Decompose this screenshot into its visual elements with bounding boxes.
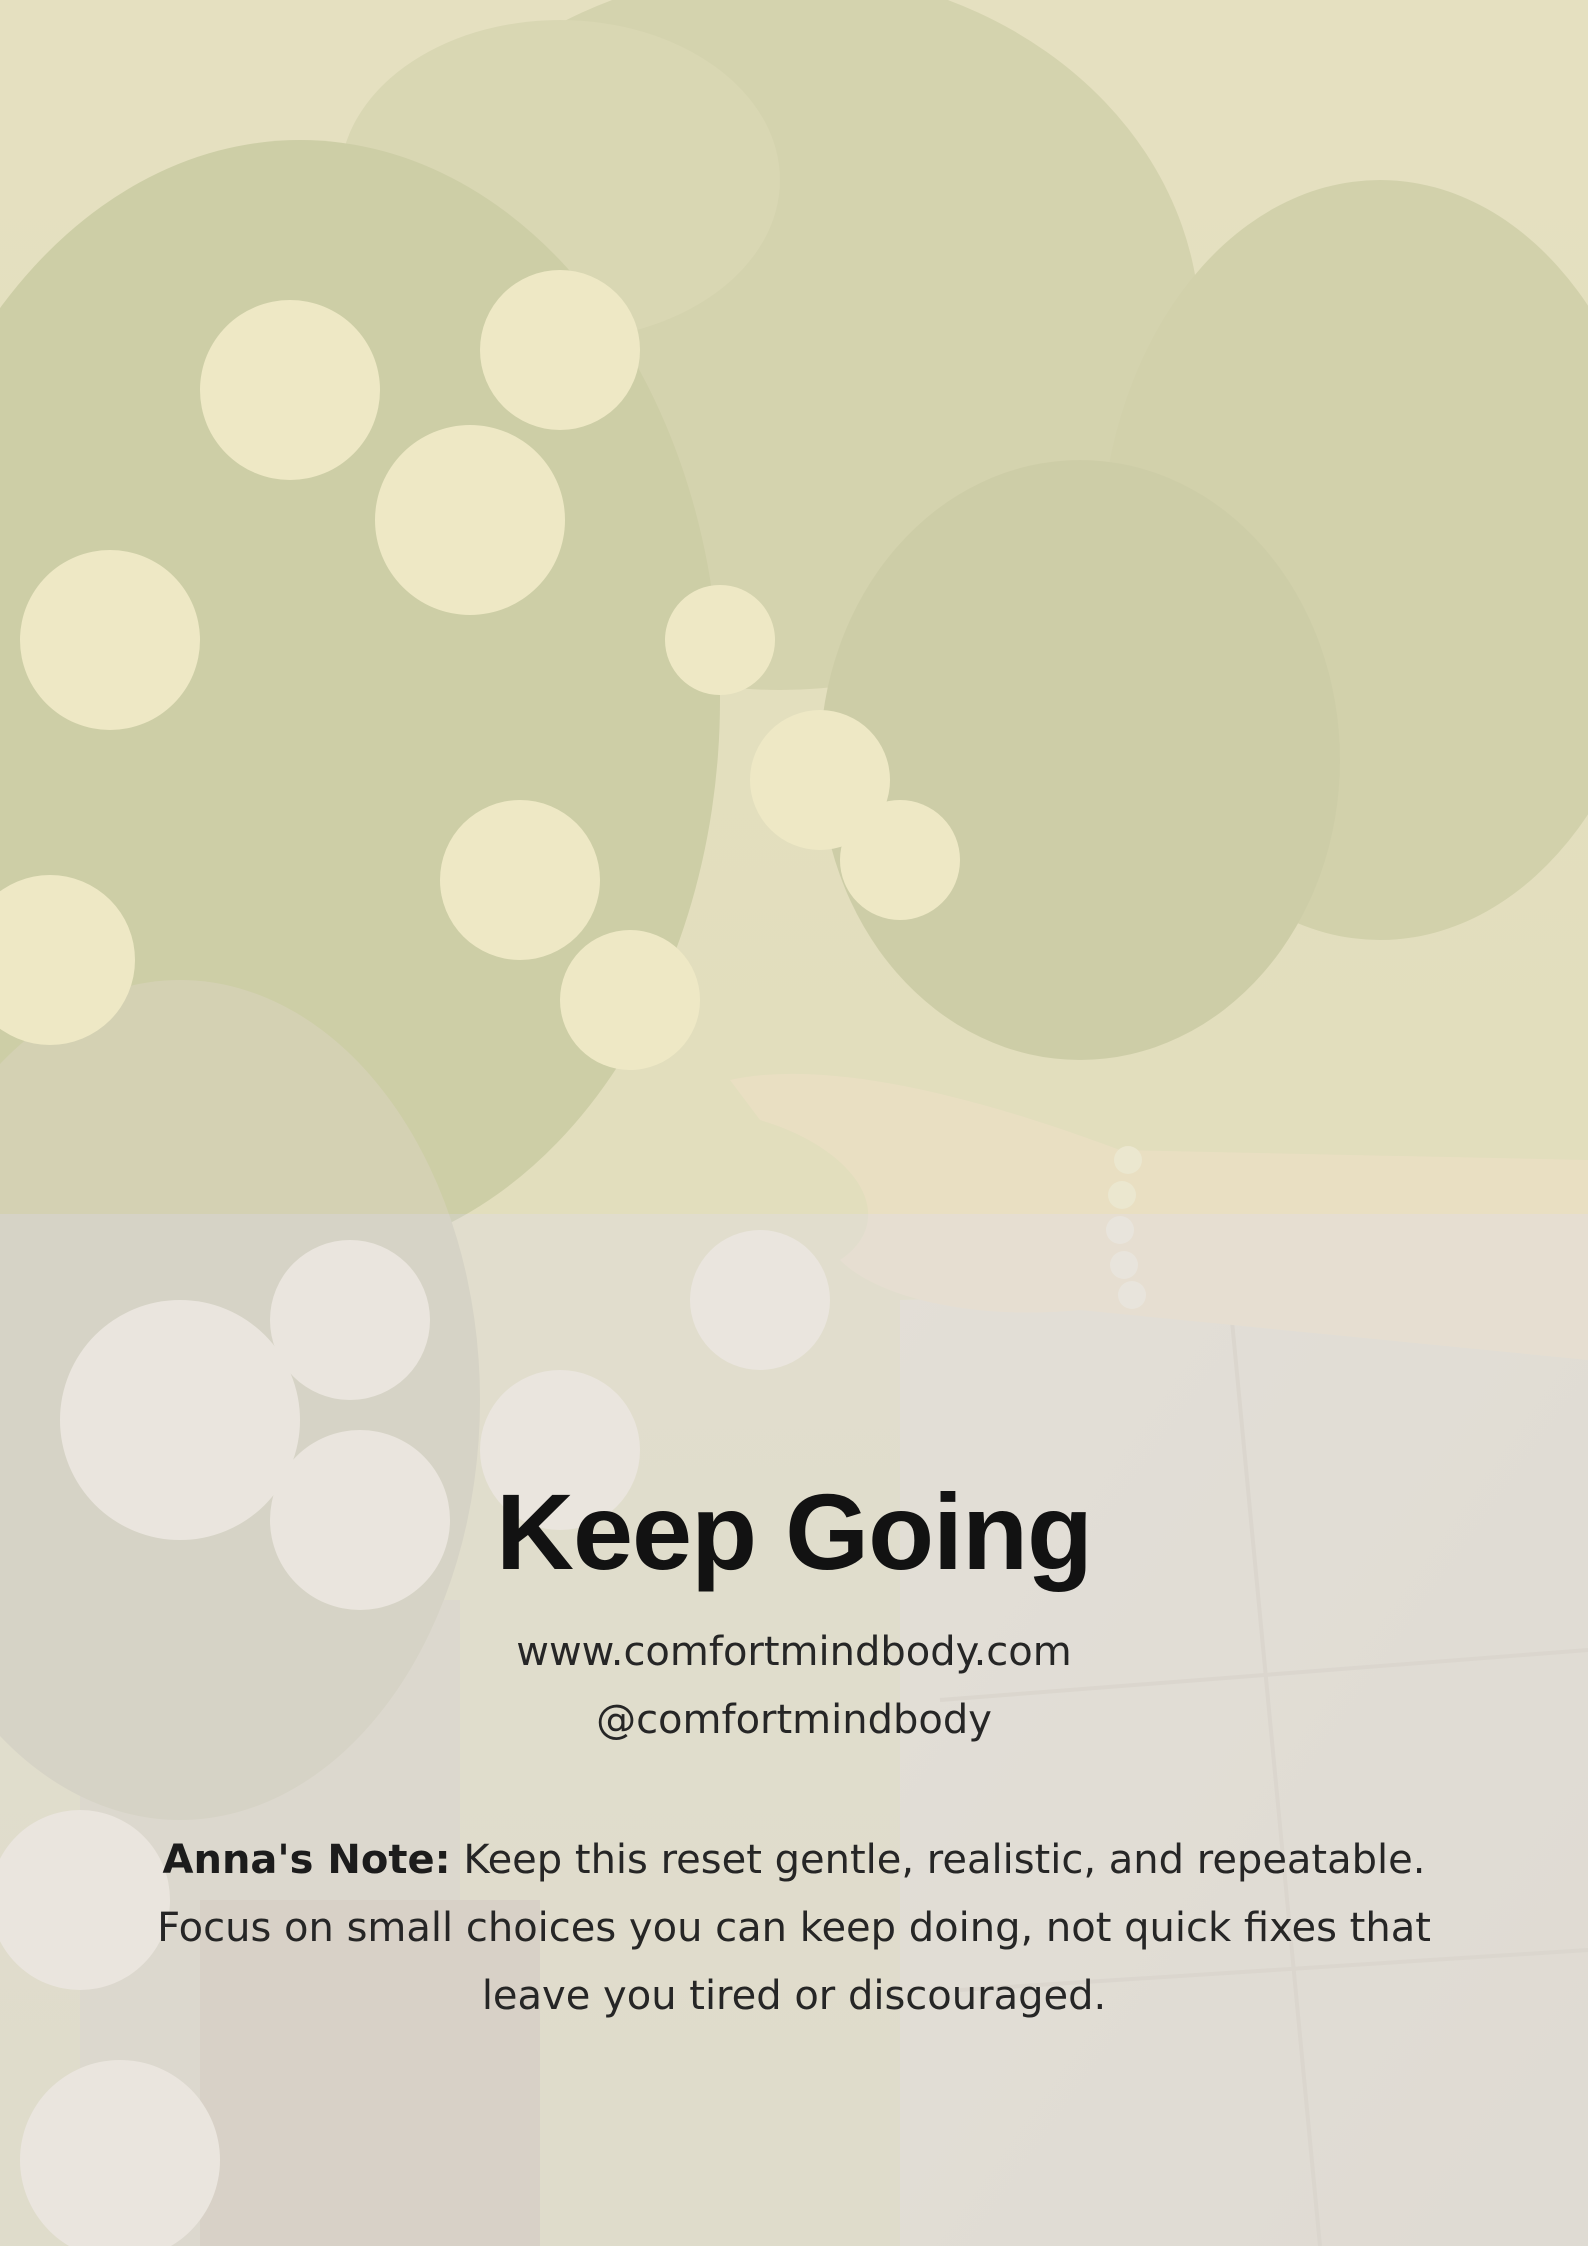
- author-note: Anna's Note: Keep this reset gentle, rea…: [144, 1826, 1444, 2030]
- note-label: Anna's Note:: [162, 1837, 451, 1883]
- upper-color-wash: [0, 0, 1588, 1214]
- contact-info: www.comfortmindbody.com @comfortmindbody: [0, 1618, 1588, 1754]
- page: Keep Going www.comfortmindbody.com @comf…: [0, 0, 1588, 2246]
- text-block: Keep Going www.comfortmindbody.com @comf…: [0, 1470, 1588, 2030]
- page-title: Keep Going: [495, 1471, 1093, 1592]
- website-link[interactable]: www.comfortmindbody.com: [0, 1618, 1588, 1686]
- social-handle[interactable]: @comfortmindbody: [0, 1686, 1588, 1754]
